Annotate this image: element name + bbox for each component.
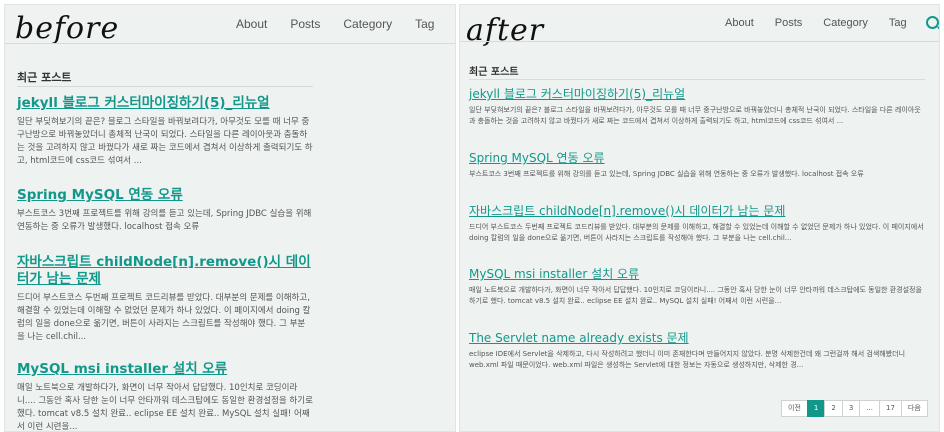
post-title-link[interactable]: jekyll 블로그 커스터마이징하기(5)_리뉴얼 [469,87,925,102]
post-excerpt: 일단 부딪혀보기의 끝은? 블로그 스타일을 바꿔보려다가, 아무것도 모를 때… [17,117,313,166]
post-item: The Servlet name already exists 문제 eclip… [469,331,925,371]
post-item: Spring MySQL 연동 오류 부스트코스 3번째 프로젝트를 위해 강의… [17,187,313,234]
pagination-prev[interactable]: 이전 [781,400,808,417]
post-excerpt: 부스트코스 3번째 프로젝트를 위해 강의를 듣고 있는데, Spring JD… [17,209,312,232]
nav-category[interactable]: Category [343,17,392,31]
section-title: 최근 포스트 [17,71,72,84]
nav-category[interactable]: Category [823,17,868,29]
pagination-next[interactable]: 다음 [900,400,928,417]
post-title-link[interactable]: The Servlet name already exists 문제 [469,331,925,346]
pagination: 이전 1 2 3 ... 17 다음 [781,400,928,417]
post-excerpt: 매일 노트북으로 개발하다가, 화면이 너무 작아서 답답했다. 10인치로 코… [17,383,313,432]
section-divider [17,86,313,87]
section-title: 최근 포스트 [469,67,519,78]
post-excerpt: 드디어 부스트코스 두번째 프로젝트 코드리뷰를 받았다. 대부분의 문제를 이… [17,293,311,342]
search-icon[interactable] [925,16,939,29]
post-title-link[interactable]: Spring MySQL 연동 오류 [469,151,925,166]
post-title-link[interactable]: jekyll 블로그 커스터마이징하기(5)_리뉴얼 [17,95,313,112]
post-title-link[interactable]: 자바스크립트 childNode[n].remove()시 데이터가 남는 문제 [469,204,925,219]
post-excerpt: 드디어 부스트코스 두번째 프로젝트 코드리뷰를 받았다. 대부분의 문제를 이… [469,223,924,242]
search-icon[interactable] [455,18,456,31]
post-item: 자바스크립트 childNode[n].remove()시 데이터가 남는 문제… [17,254,313,344]
pagination-page-3[interactable]: 3 [841,400,861,417]
post-item: MySQL msi installer 설치 오류 매일 노트북으로 개발하다가… [17,361,313,432]
section-divider [469,79,925,80]
post-item: jekyll 블로그 커스터마이징하기(5)_리뉴얼 일단 부딪혀보기의 끝은?… [469,87,925,127]
before-nav: About Posts Category Tag [236,17,456,31]
before-label: before [15,11,120,46]
post-title-link[interactable]: MySQL msi installer 설치 오류 [469,267,925,282]
post-excerpt: 일단 부딪혀보기의 끝은? 블로그 스타일을 바꿔보려다가, 아무것도 모를 때… [469,106,921,125]
pagination-page-1[interactable]: 1 [806,400,826,417]
pagination-page-17[interactable]: 17 [878,400,902,417]
header-divider [5,43,455,44]
post-excerpt: 부스트코스 3번째 프로젝트를 위해 강의를 듣고 있는데, Spring JD… [469,170,864,178]
nav-posts[interactable]: Posts [290,17,320,31]
header-divider [460,41,939,42]
nav-about[interactable]: About [725,17,754,29]
pagination-ellipsis: ... [859,400,880,417]
post-title-link[interactable]: Spring MySQL 연동 오류 [17,187,313,204]
after-nav: About Posts Category Tag [725,16,939,29]
post-excerpt: eclipse IDE에서 Servlet을 삭제하고, 다시 작성하려고 했더… [469,350,906,369]
nav-posts[interactable]: Posts [775,17,803,29]
before-screenshot: before About Posts Category Tag 최근 포스트 j… [4,4,456,432]
post-excerpt: 매일 노트북으로 개발하다가, 화면이 너무 작아서 답답했다. 10인치로 코… [469,286,922,305]
post-item: 자바스크립트 childNode[n].remove()시 데이터가 남는 문제… [469,204,925,244]
nav-about[interactable]: About [236,17,267,31]
post-item: Spring MySQL 연동 오류 부스트코스 3번째 프로젝트를 위해 강의… [469,151,925,180]
post-title-link[interactable]: 자바스크립트 childNode[n].remove()시 데이터가 남는 문제 [17,254,313,288]
post-title-link[interactable]: MySQL msi installer 설치 오류 [17,361,313,378]
after-label: after [466,13,545,48]
nav-tag[interactable]: Tag [415,17,434,31]
post-item: jekyll 블로그 커스터마이징하기(5)_리뉴얼 일단 부딪혀보기의 끝은?… [17,95,313,168]
post-item: MySQL msi installer 설치 오류 매일 노트북으로 개발하다가… [469,267,925,307]
pagination-page-2[interactable]: 2 [824,400,843,417]
after-screenshot: after About Posts Category Tag 최근 포스트 je… [459,4,940,432]
nav-tag[interactable]: Tag [889,17,907,29]
